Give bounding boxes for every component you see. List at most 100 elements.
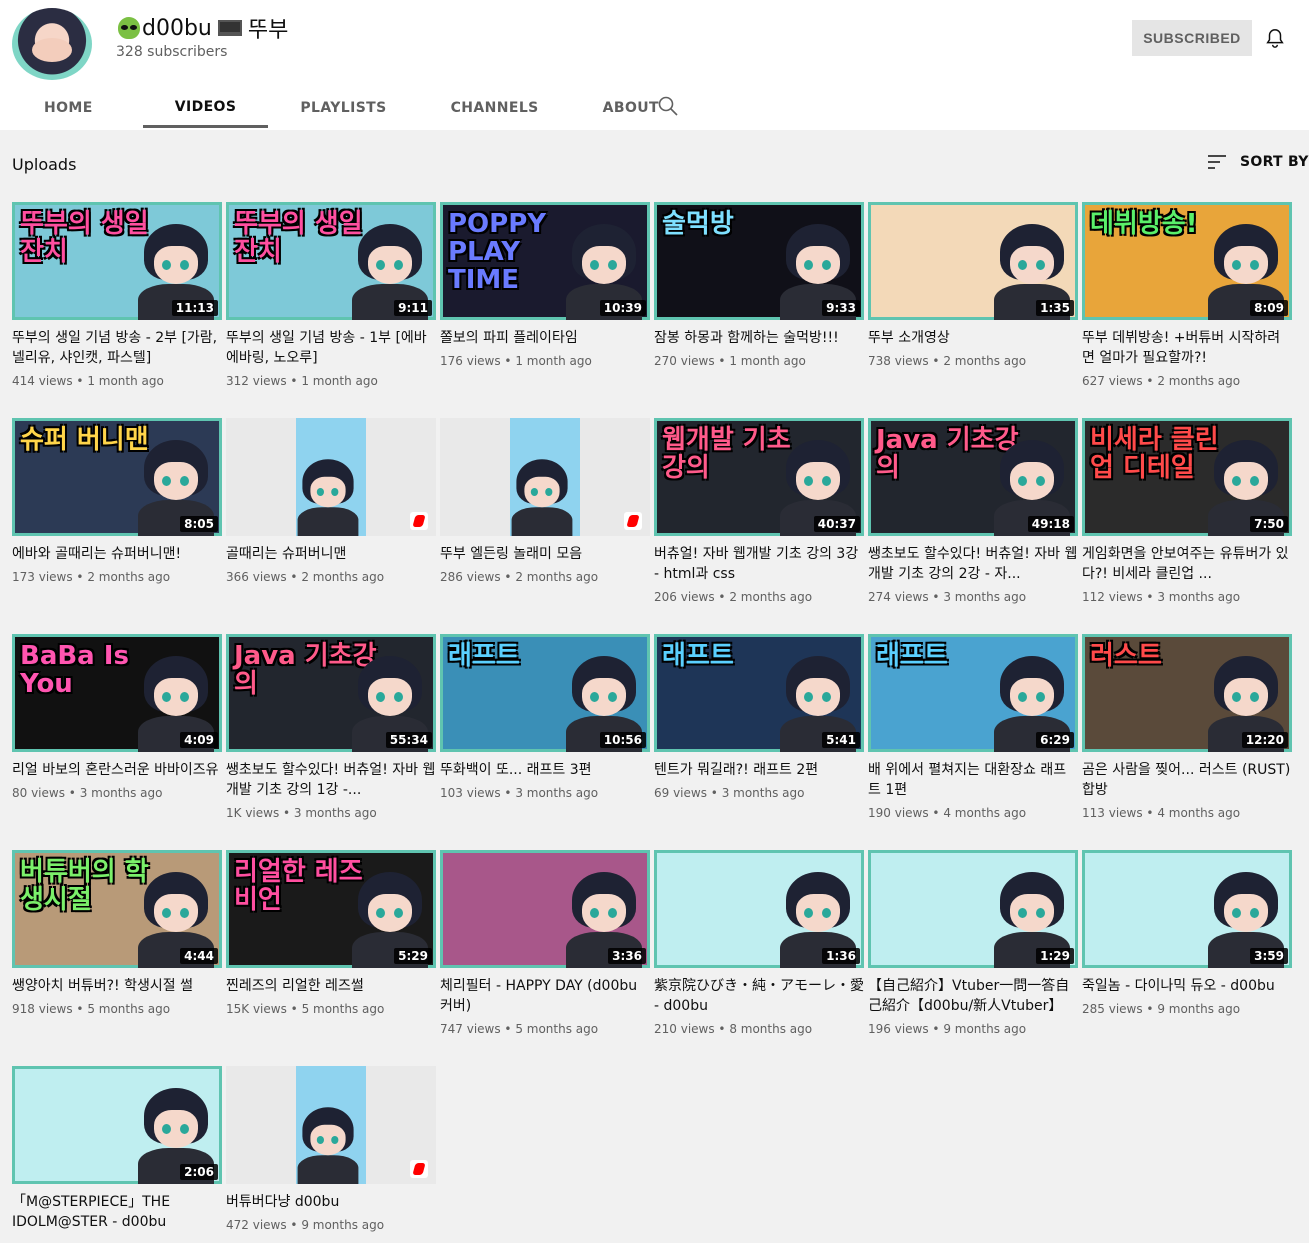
- video-card[interactable]: 래프트 10:56 뚜화백이 또... 래프트 3편 103 views • 3 mo…: [440, 634, 650, 800]
- tab-playlists[interactable]: PLAYLISTS: [300, 88, 386, 128]
- video-title[interactable]: 게임화면을 안보여주는 유튜버가 있다?! 비세라 클린업 ...: [1082, 544, 1292, 584]
- video-title[interactable]: 리얼 바보의 혼란스러운 바바이즈유: [12, 760, 222, 780]
- upload-age: 3 months ago: [943, 590, 1027, 604]
- video-title[interactable]: 배 위에서 펼쳐지는 대환장쇼 래프트 1편: [868, 760, 1078, 800]
- video-thumbnail[interactable]: Java 기초강의 55:34: [226, 634, 436, 752]
- video-thumbnail[interactable]: 1:36: [654, 850, 864, 968]
- video-card[interactable]: 2:06 「M@STERPIECE」THE IDOLM@STER - d00bu: [12, 1066, 222, 1238]
- video-thumbnail[interactable]: 리얼한 레즈비언 5:29: [226, 850, 436, 968]
- video-title[interactable]: 쌩초보도 할수있다! 버츄얼! 자바 웹개발 기초 강의 2강 - 자...: [868, 544, 1078, 584]
- sort-by-label: SORT BY: [1240, 154, 1309, 170]
- video-thumbnail[interactable]: 래프트 5:41: [654, 634, 864, 752]
- video-card[interactable]: POPPY PLAY TIME 10:39 쫄보의 파피 플레이타임 176 view…: [440, 202, 650, 368]
- video-duration: 3:59: [1250, 948, 1288, 964]
- video-thumbnail[interactable]: POPPY PLAY TIME 10:39: [440, 202, 650, 320]
- video-card[interactable]: 3:59 죽일놈 - 다이나믹 듀오 - d00bu 285 views • 9 m…: [1082, 850, 1292, 1016]
- video-card[interactable]: 뚜부의 생일잔치 9:11 뚜부의 생일 기념 방송 - 1부 [에바에바링, 노오…: [226, 202, 436, 388]
- video-title[interactable]: 「M@STERPIECE」THE IDOLM@STER - d00bu: [12, 1192, 222, 1232]
- video-card[interactable]: 1:29 【自己紹介】Vtuber一問一答自己紹介【d00bu/新人Vtuber】…: [868, 850, 1078, 1036]
- video-card[interactable]: 술먹방 9:33 잠봉 하몽과 함께하는 술먹방!!! 270 views • 1 m…: [654, 202, 864, 368]
- video-title[interactable]: 紫京院ひびき・純・アモーレ・愛 - d00bu: [654, 976, 864, 1016]
- video-card[interactable]: 버튜버의 학생시절 4:44 쌩양아치 버튜버?! 학생시절 썰 918 views …: [12, 850, 222, 1016]
- video-thumbnail[interactable]: 비세라 클린업 디테일 7:50: [1082, 418, 1292, 536]
- video-card[interactable]: 뚜부 엘든링 놀래미 모음 286 views • 2 months ago: [440, 418, 650, 584]
- video-card[interactable]: 데뷔방송! 8:09 뚜부 데뷔방송! +버튜버 시작하려면 얼마가 필요할까?! 6…: [1082, 202, 1292, 388]
- video-title[interactable]: 쌩양아치 버튜버?! 학생시절 썰: [12, 976, 222, 996]
- video-thumbnail[interactable]: [226, 418, 436, 536]
- channel-avatar[interactable]: [12, 8, 92, 80]
- view-count: 738 views: [868, 354, 929, 368]
- video-thumbnail[interactable]: 뚜부의 생일잔치 11:13: [12, 202, 222, 320]
- video-metadata: 285 views • 9 months ago: [1082, 1002, 1292, 1016]
- video-thumbnail[interactable]: 래프트 10:56: [440, 634, 650, 752]
- video-card[interactable]: 웹개발 기초강의 40:37 버츄얼! 자바 웹개발 기초 강의 3강 - html…: [654, 418, 864, 604]
- video-card[interactable]: 리얼한 레즈비언 5:29 찐레즈의 리얼한 레즈썰 15K views • 5 mo…: [226, 850, 436, 1016]
- video-title[interactable]: 【自己紹介】Vtuber一問一答自己紹介【d00bu/新人Vtuber】: [868, 976, 1078, 1016]
- video-title[interactable]: 뚜부 엘든링 놀래미 모음: [440, 544, 650, 564]
- video-card[interactable]: 1:36 紫京院ひびき・純・アモーレ・愛 - d00bu 210 views • 8…: [654, 850, 864, 1036]
- view-count: 1K views: [226, 806, 280, 820]
- video-card[interactable]: 래프트 5:41 텐트가 뭐길래?! 래프트 2편 69 views • 3 mont…: [654, 634, 864, 800]
- video-title[interactable]: 쌩초보도 할수있다! 버츄얼! 자바 웹개발 기초 강의 1강 -...: [226, 760, 436, 800]
- video-card[interactable]: 러스트 12:20 곰은 사람을 찢어... 러스트 (RUST) 합방 113 vi…: [1082, 634, 1292, 820]
- video-title[interactable]: 곰은 사람을 찢어... 러스트 (RUST) 합방: [1082, 760, 1292, 800]
- video-title[interactable]: 뚜부의 생일 기념 방송 - 1부 [에바에바링, 노오루]: [226, 328, 436, 368]
- video-title[interactable]: 텐트가 뭐길래?! 래프트 2편: [654, 760, 864, 780]
- video-thumbnail[interactable]: 버튜버의 학생시절 4:44: [12, 850, 222, 968]
- video-thumbnail[interactable]: 래프트 6:29: [868, 634, 1078, 752]
- notification-bell-icon[interactable]: [1264, 26, 1286, 50]
- video-title[interactable]: 버츄얼! 자바 웹개발 기초 강의 3강 - html과 css: [654, 544, 864, 584]
- video-thumbnail[interactable]: 슈퍼 버니맨 8:05: [12, 418, 222, 536]
- video-card[interactable]: 래프트 6:29 배 위에서 펼쳐지는 대환장쇼 래프트 1편 190 views •…: [868, 634, 1078, 820]
- video-title[interactable]: 버튜버다냥 d00bu: [226, 1192, 436, 1212]
- video-title[interactable]: 뚜부 데뷔방송! +버튜버 시작하려면 얼마가 필요할까?!: [1082, 328, 1292, 368]
- video-card[interactable]: 버튜버다냥 d00bu 472 views • 9 months ago: [226, 1066, 436, 1232]
- video-card[interactable]: 비세라 클린업 디테일 7:50 게임화면을 안보여주는 유튜버가 있다?! 비세라…: [1082, 418, 1292, 604]
- video-card[interactable]: 뚜부의 생일잔치 11:13 뚜부의 생일 기념 방송 - 2부 [가람, 넬리유,…: [12, 202, 222, 388]
- view-count: 286 views: [440, 570, 501, 584]
- video-thumbnail[interactable]: Java 기초강의 49:18: [868, 418, 1078, 536]
- video-thumbnail[interactable]: 러스트 12:20: [1082, 634, 1292, 752]
- meta-separator: •: [72, 570, 88, 584]
- video-thumbnail[interactable]: 3:36: [440, 850, 650, 968]
- video-title[interactable]: 쫄보의 파피 플레이타임: [440, 328, 650, 348]
- video-thumbnail[interactable]: [440, 418, 650, 536]
- video-thumbnail[interactable]: 2:06: [12, 1066, 222, 1184]
- subscribed-button[interactable]: SUBSCRIBED: [1132, 20, 1252, 56]
- video-thumbnail[interactable]: [226, 1066, 436, 1184]
- video-metadata: 747 views • 5 months ago: [440, 1022, 650, 1036]
- video-card[interactable]: 골때리는 슈퍼버니맨 366 views • 2 months ago: [226, 418, 436, 584]
- video-title[interactable]: 잠봉 하몽과 함께하는 술먹방!!!: [654, 328, 864, 348]
- video-thumbnail[interactable]: 술먹방 9:33: [654, 202, 864, 320]
- video-thumbnail[interactable]: 웹개발 기초강의 40:37: [654, 418, 864, 536]
- video-thumbnail[interactable]: 데뷔방송! 8:09: [1082, 202, 1292, 320]
- video-title[interactable]: 찐레즈의 리얼한 레즈썰: [226, 976, 436, 996]
- video-thumbnail[interactable]: 1:29: [868, 850, 1078, 968]
- video-thumbnail[interactable]: 뚜부의 생일잔치 9:11: [226, 202, 436, 320]
- video-title[interactable]: 에바와 골때리는 슈퍼버니맨!: [12, 544, 222, 564]
- upload-age: 1 month ago: [301, 374, 378, 388]
- video-title[interactable]: 체리필터 - HAPPY DAY (d00bu 커버): [440, 976, 650, 1016]
- video-duration: 49:18: [1027, 516, 1074, 532]
- video-card[interactable]: 슈퍼 버니맨 8:05 에바와 골때리는 슈퍼버니맨! 173 views • 2 m…: [12, 418, 222, 584]
- video-title[interactable]: 뚜부 소개영상: [868, 328, 1078, 348]
- video-card[interactable]: BaBa Is You 4:09 리얼 바보의 혼란스러운 바바이즈유 80 view…: [12, 634, 222, 800]
- tab-channels[interactable]: CHANNELS: [451, 88, 539, 128]
- video-card[interactable]: 3:36 체리필터 - HAPPY DAY (d00bu 커버) 747 views…: [440, 850, 650, 1036]
- video-thumbnail[interactable]: 1:35: [868, 202, 1078, 320]
- channel-search-icon[interactable]: [656, 94, 680, 118]
- video-title[interactable]: 죽일놈 - 다이나믹 듀오 - d00bu: [1082, 976, 1292, 996]
- video-title[interactable]: 뚜화백이 또... 래프트 3편: [440, 760, 650, 780]
- video-thumbnail[interactable]: 3:59: [1082, 850, 1292, 968]
- video-card[interactable]: 1:35 뚜부 소개영상 738 views • 2 months ago: [868, 202, 1078, 368]
- video-title[interactable]: 골때리는 슈퍼버니맨: [226, 544, 436, 564]
- video-card[interactable]: Java 기초강의 49:18 쌩초보도 할수있다! 버츄얼! 자바 웹개발 기초 …: [868, 418, 1078, 604]
- video-title[interactable]: 뚜부의 생일 기념 방송 - 2부 [가람, 넬리유, 샤인캣, 파스텔]: [12, 328, 222, 368]
- video-thumbnail[interactable]: BaBa Is You 4:09: [12, 634, 222, 752]
- video-card[interactable]: Java 기초강의 55:34 쌩초보도 할수있다! 버츄얼! 자바 웹개발 기초 …: [226, 634, 436, 820]
- sort-by-button[interactable]: SORT BY: [1208, 154, 1309, 170]
- meta-separator: •: [286, 1002, 302, 1016]
- tab-videos[interactable]: VIDEOS: [142, 88, 269, 128]
- tab-about[interactable]: ABOUT: [603, 88, 659, 128]
- tab-home[interactable]: HOME: [44, 88, 93, 128]
